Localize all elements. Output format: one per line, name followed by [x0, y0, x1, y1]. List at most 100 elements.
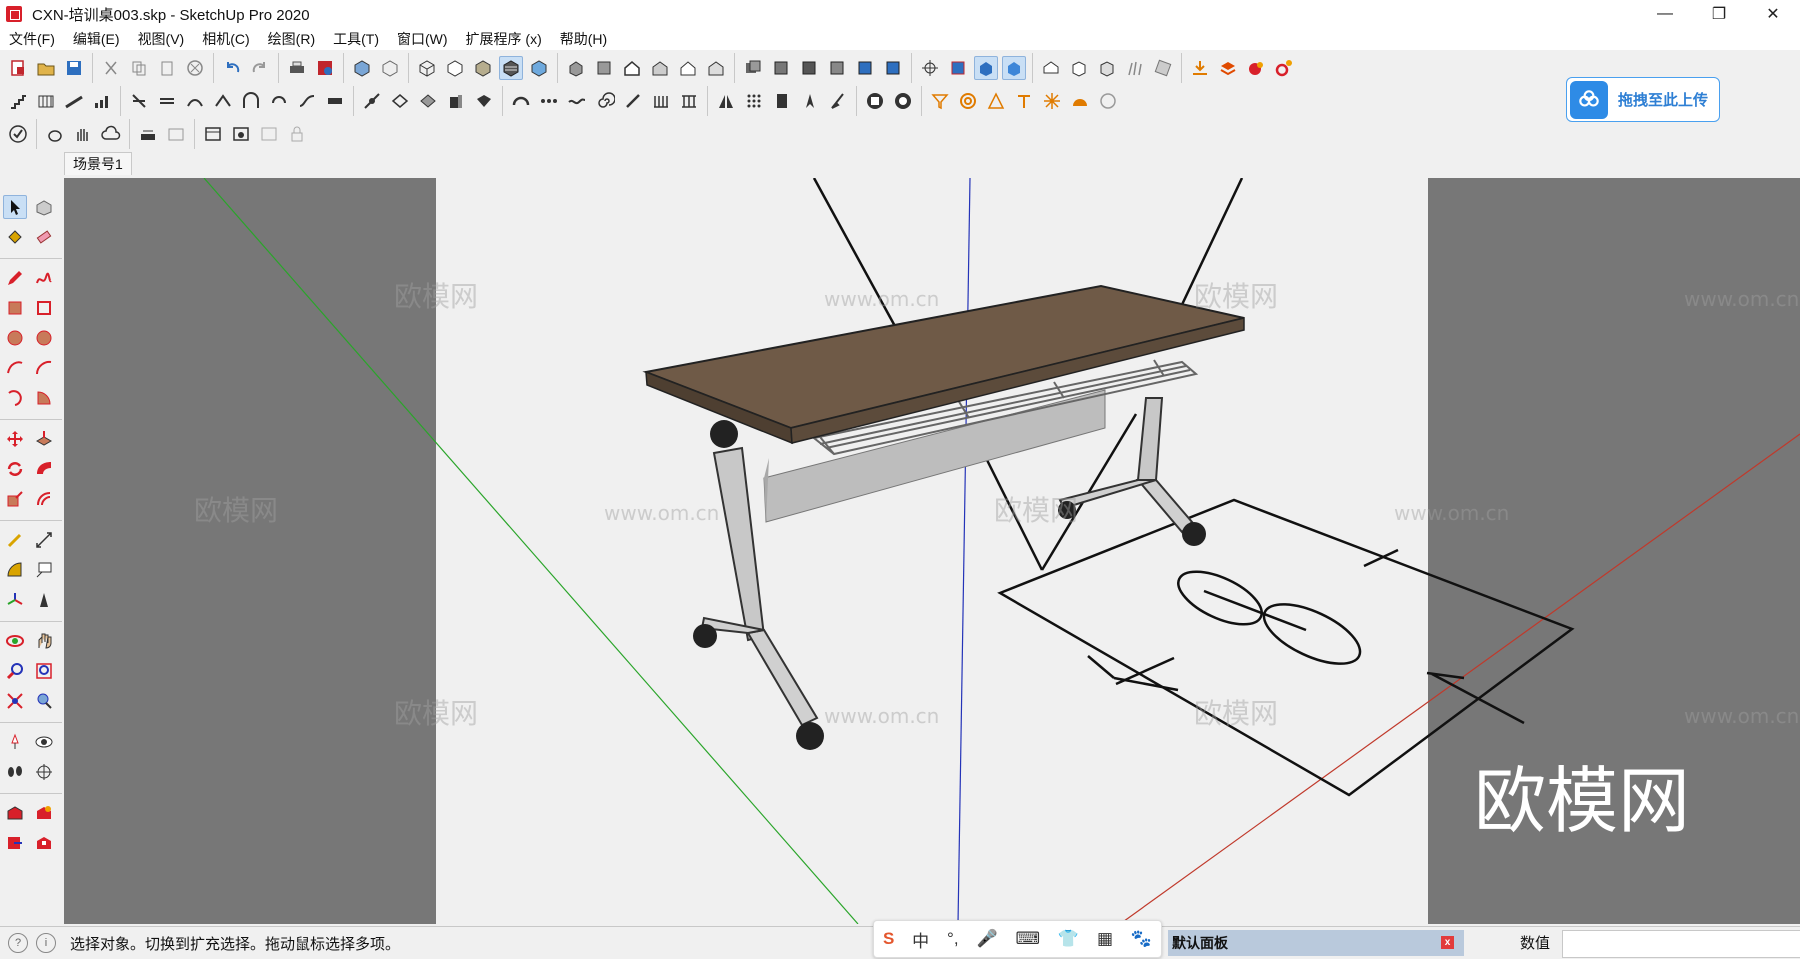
tool-protractor-icon[interactable]	[984, 89, 1008, 113]
tray-close-icon[interactable]: x	[1441, 936, 1454, 949]
right-view-icon[interactable]	[648, 56, 672, 80]
frame-a-icon[interactable]	[201, 122, 225, 146]
shaded-icon[interactable]	[471, 56, 495, 80]
model-info-icon[interactable]	[313, 56, 337, 80]
check-circle-icon[interactable]	[6, 122, 30, 146]
tool-arc-icon[interactable]	[509, 89, 533, 113]
redo-icon[interactable]	[248, 56, 272, 80]
tool-badge-b-icon[interactable]	[891, 89, 915, 113]
frame-c-icon[interactable]	[257, 122, 281, 146]
tool-weld-icon[interactable]	[360, 89, 384, 113]
zoom-window-icon[interactable]	[32, 659, 56, 683]
back-edges-icon[interactable]	[378, 56, 402, 80]
minimize-button[interactable]: —	[1638, 0, 1692, 28]
tool-arch-icon[interactable]	[239, 89, 263, 113]
menu-file[interactable]: 文件(F)	[0, 29, 64, 49]
tool-columns-icon[interactable]	[677, 89, 701, 113]
dimension-icon[interactable]	[32, 528, 56, 552]
component-b-icon[interactable]	[797, 56, 821, 80]
3d-text-icon[interactable]	[32, 588, 56, 612]
plugin-layers-icon[interactable]	[1216, 56, 1240, 80]
tool-split-icon[interactable]	[211, 89, 235, 113]
geolocation-icon[interactable]: ?	[8, 933, 28, 953]
offset-icon[interactable]	[32, 487, 56, 511]
render-settings-icon[interactable]	[136, 122, 160, 146]
tool-sphere-icon[interactable]	[1096, 89, 1120, 113]
rotate-icon[interactable]	[3, 457, 27, 481]
ime-voice-icon[interactable]: 🎤	[976, 929, 997, 949]
tool-brush-icon[interactable]	[826, 89, 850, 113]
tool-box-icon[interactable]	[770, 89, 794, 113]
restore-button[interactable]: ❐	[1692, 0, 1746, 28]
layer-icon[interactable]	[741, 56, 765, 80]
polygon-icon[interactable]	[32, 326, 56, 350]
iso-view-icon[interactable]	[564, 56, 588, 80]
tool-curve-icon[interactable]	[295, 89, 319, 113]
follow-me-icon[interactable]	[32, 457, 56, 481]
render-image-icon[interactable]	[164, 122, 188, 146]
make-component-icon[interactable]	[32, 195, 56, 219]
scene-tab[interactable]: 场景号1	[64, 152, 132, 175]
paste-icon[interactable]	[155, 56, 179, 80]
info-icon[interactable]: i	[36, 933, 56, 953]
wireframe-icon[interactable]	[415, 56, 439, 80]
circle-icon[interactable]	[3, 326, 27, 350]
close-button[interactable]: ✕	[1746, 0, 1800, 28]
extension-warehouse-icon[interactable]	[1067, 56, 1091, 80]
section-fill-icon[interactable]	[1002, 56, 1026, 80]
tool-fold2-icon[interactable]	[416, 89, 440, 113]
hidden-line-icon[interactable]	[443, 56, 467, 80]
extension-left-icon[interactable]	[32, 801, 56, 825]
menu-extensions[interactable]: 扩展程序 (x)	[457, 29, 551, 49]
plugin-download-icon[interactable]	[1188, 56, 1212, 80]
lock-icon[interactable]	[285, 122, 309, 146]
tool-loop-icon[interactable]	[267, 89, 291, 113]
zoom-icon[interactable]	[3, 659, 27, 683]
shaded-textures-icon[interactable]	[499, 56, 523, 80]
crosshair-icon[interactable]	[918, 56, 942, 80]
move-icon[interactable]	[3, 427, 27, 451]
tool-pillar-icon[interactable]	[1012, 89, 1036, 113]
zoom-extents-icon[interactable]	[3, 689, 27, 713]
menu-help[interactable]: 帮助(H)	[551, 29, 616, 49]
paint-bucket-icon[interactable]	[3, 225, 27, 249]
section-cut-icon[interactable]	[974, 56, 998, 80]
cut-icon[interactable]	[99, 56, 123, 80]
previous-view-icon[interactable]	[32, 689, 56, 713]
tool-ring-icon[interactable]	[956, 89, 980, 113]
share-model-icon[interactable]	[1095, 56, 1119, 80]
default-tray-tab[interactable]: 默认面板 x	[1168, 930, 1464, 956]
front-view-icon[interactable]	[620, 56, 644, 80]
tool-pen-icon[interactable]	[621, 89, 645, 113]
arc-icon[interactable]	[3, 356, 27, 380]
ime-mascot-icon[interactable]: 🐾	[1131, 929, 1152, 949]
undo-icon[interactable]	[220, 56, 244, 80]
tool-grid-dots-icon[interactable]	[742, 89, 766, 113]
erase-icon[interactable]	[183, 56, 207, 80]
teapot-icon[interactable]	[43, 122, 67, 146]
tape-measure-icon[interactable]	[3, 528, 27, 552]
copy-icon[interactable]	[127, 56, 151, 80]
ime-skin-icon[interactable]: 👕	[1058, 929, 1079, 949]
save-icon[interactable]	[62, 56, 86, 80]
tool-star-icon[interactable]	[1040, 89, 1064, 113]
freehand-icon[interactable]	[32, 266, 56, 290]
push-pull-icon[interactable]	[32, 427, 56, 451]
axes-icon[interactable]	[3, 588, 27, 612]
top-view-icon[interactable]	[592, 56, 616, 80]
tool-joint-icon[interactable]	[127, 89, 151, 113]
tool-bend-icon[interactable]	[183, 89, 207, 113]
tool-mirror-icon[interactable]	[714, 89, 738, 113]
tool-extrude-icon[interactable]	[444, 89, 468, 113]
menu-view[interactable]: 视图(V)	[129, 29, 194, 49]
tool-dots-icon[interactable]	[537, 89, 561, 113]
menu-window[interactable]: 窗口(W)	[388, 29, 457, 49]
pencil-icon[interactable]	[3, 266, 27, 290]
tool-fold-icon[interactable]	[388, 89, 412, 113]
menu-draw[interactable]: 绘图(R)	[259, 29, 324, 49]
viewport-canvas[interactable]: 欧模网 欧模网欧模网 欧模网欧模网 欧模网www.om.cn www.om.cnwww.…	[64, 178, 1800, 924]
hand-icon[interactable]	[71, 122, 95, 146]
eraser-icon[interactable]	[32, 225, 56, 249]
tool-plank-icon[interactable]	[323, 89, 347, 113]
three-point-arc-icon[interactable]	[3, 386, 27, 410]
